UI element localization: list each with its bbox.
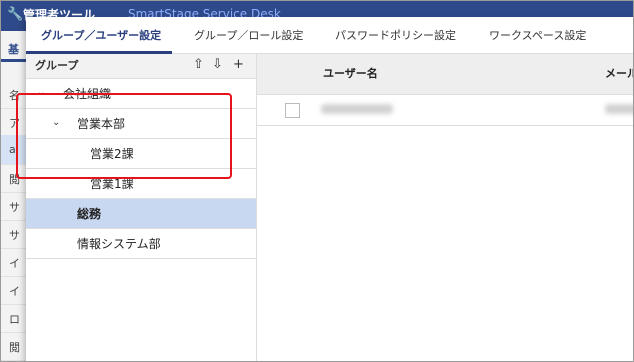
tree-item-label: 総務 — [77, 207, 102, 221]
tree-item-label: 営業1課 — [90, 177, 134, 191]
wrench-icon: 🔧 — [7, 7, 24, 22]
screenshot-frame: 🔧 管理者ツール SmartStage Service Desk 基 名 ア a… — [0, 0, 634, 362]
tab-group-user-settings[interactable]: グループ／ユーザー設定 — [41, 29, 161, 43]
column-header-username[interactable]: ユーザー名 — [323, 68, 378, 80]
tab-bar: グループ／ユーザー設定 グループ／ロール設定 パスワードポリシー設定 ワークスペ… — [26, 17, 633, 54]
chevron-down-icon[interactable]: ⌄ — [37, 88, 45, 98]
tree-item-label: 営業本部 — [77, 117, 126, 131]
upload-icon[interactable]: ⇧ — [193, 57, 204, 73]
tree-item-label: 営業2課 — [90, 147, 134, 161]
background-tab[interactable]: 基 — [8, 41, 19, 57]
group-panel: グループ ⇧ ⇩ + ⌄ 会社組織 ⌄ 営業本部 営業2課 営業1課 総務 情報… — [26, 54, 257, 361]
table-row[interactable] — [257, 95, 633, 126]
tree-item-label: 情報システム部 — [77, 237, 161, 251]
tree-item-it-department[interactable]: 情報システム部 — [26, 229, 256, 259]
row-checkbox[interactable] — [285, 103, 300, 118]
group-panel-header: グループ ⇧ ⇩ + — [26, 54, 256, 79]
chevron-down-icon[interactable]: ⌄ — [52, 118, 60, 128]
tree-item-label: 会社組織 — [63, 87, 112, 101]
add-icon[interactable]: + — [233, 57, 244, 73]
tree-item-sales-1[interactable]: 営業1課 — [26, 169, 256, 199]
column-header-email[interactable]: メール — [605, 68, 633, 80]
download-icon[interactable]: ⇩ — [212, 57, 223, 73]
tab-password-policy[interactable]: パスワードポリシー設定 — [335, 29, 456, 43]
settings-dialog: グループ／ユーザー設定 グループ／ロール設定 パスワードポリシー設定 ワークスペ… — [26, 17, 633, 361]
tab-workspace-settings[interactable]: ワークスペース設定 — [489, 29, 586, 43]
tree-item-general-affairs[interactable]: 総務 — [26, 199, 256, 229]
redacted-username — [321, 104, 393, 114]
tree-item-company[interactable]: ⌄ 会社組織 — [26, 79, 256, 109]
group-panel-title: グループ — [35, 59, 79, 72]
tab-group-role-settings[interactable]: グループ／ロール設定 — [194, 29, 303, 43]
table-header: ユーザー名 メール — [257, 54, 633, 95]
tree-item-sales-hq[interactable]: ⌄ 営業本部 — [26, 109, 256, 139]
tree-item-sales-2[interactable]: 営業2課 — [26, 139, 256, 169]
user-table: ユーザー名 メール — [257, 54, 633, 361]
redacted-email — [605, 104, 633, 114]
